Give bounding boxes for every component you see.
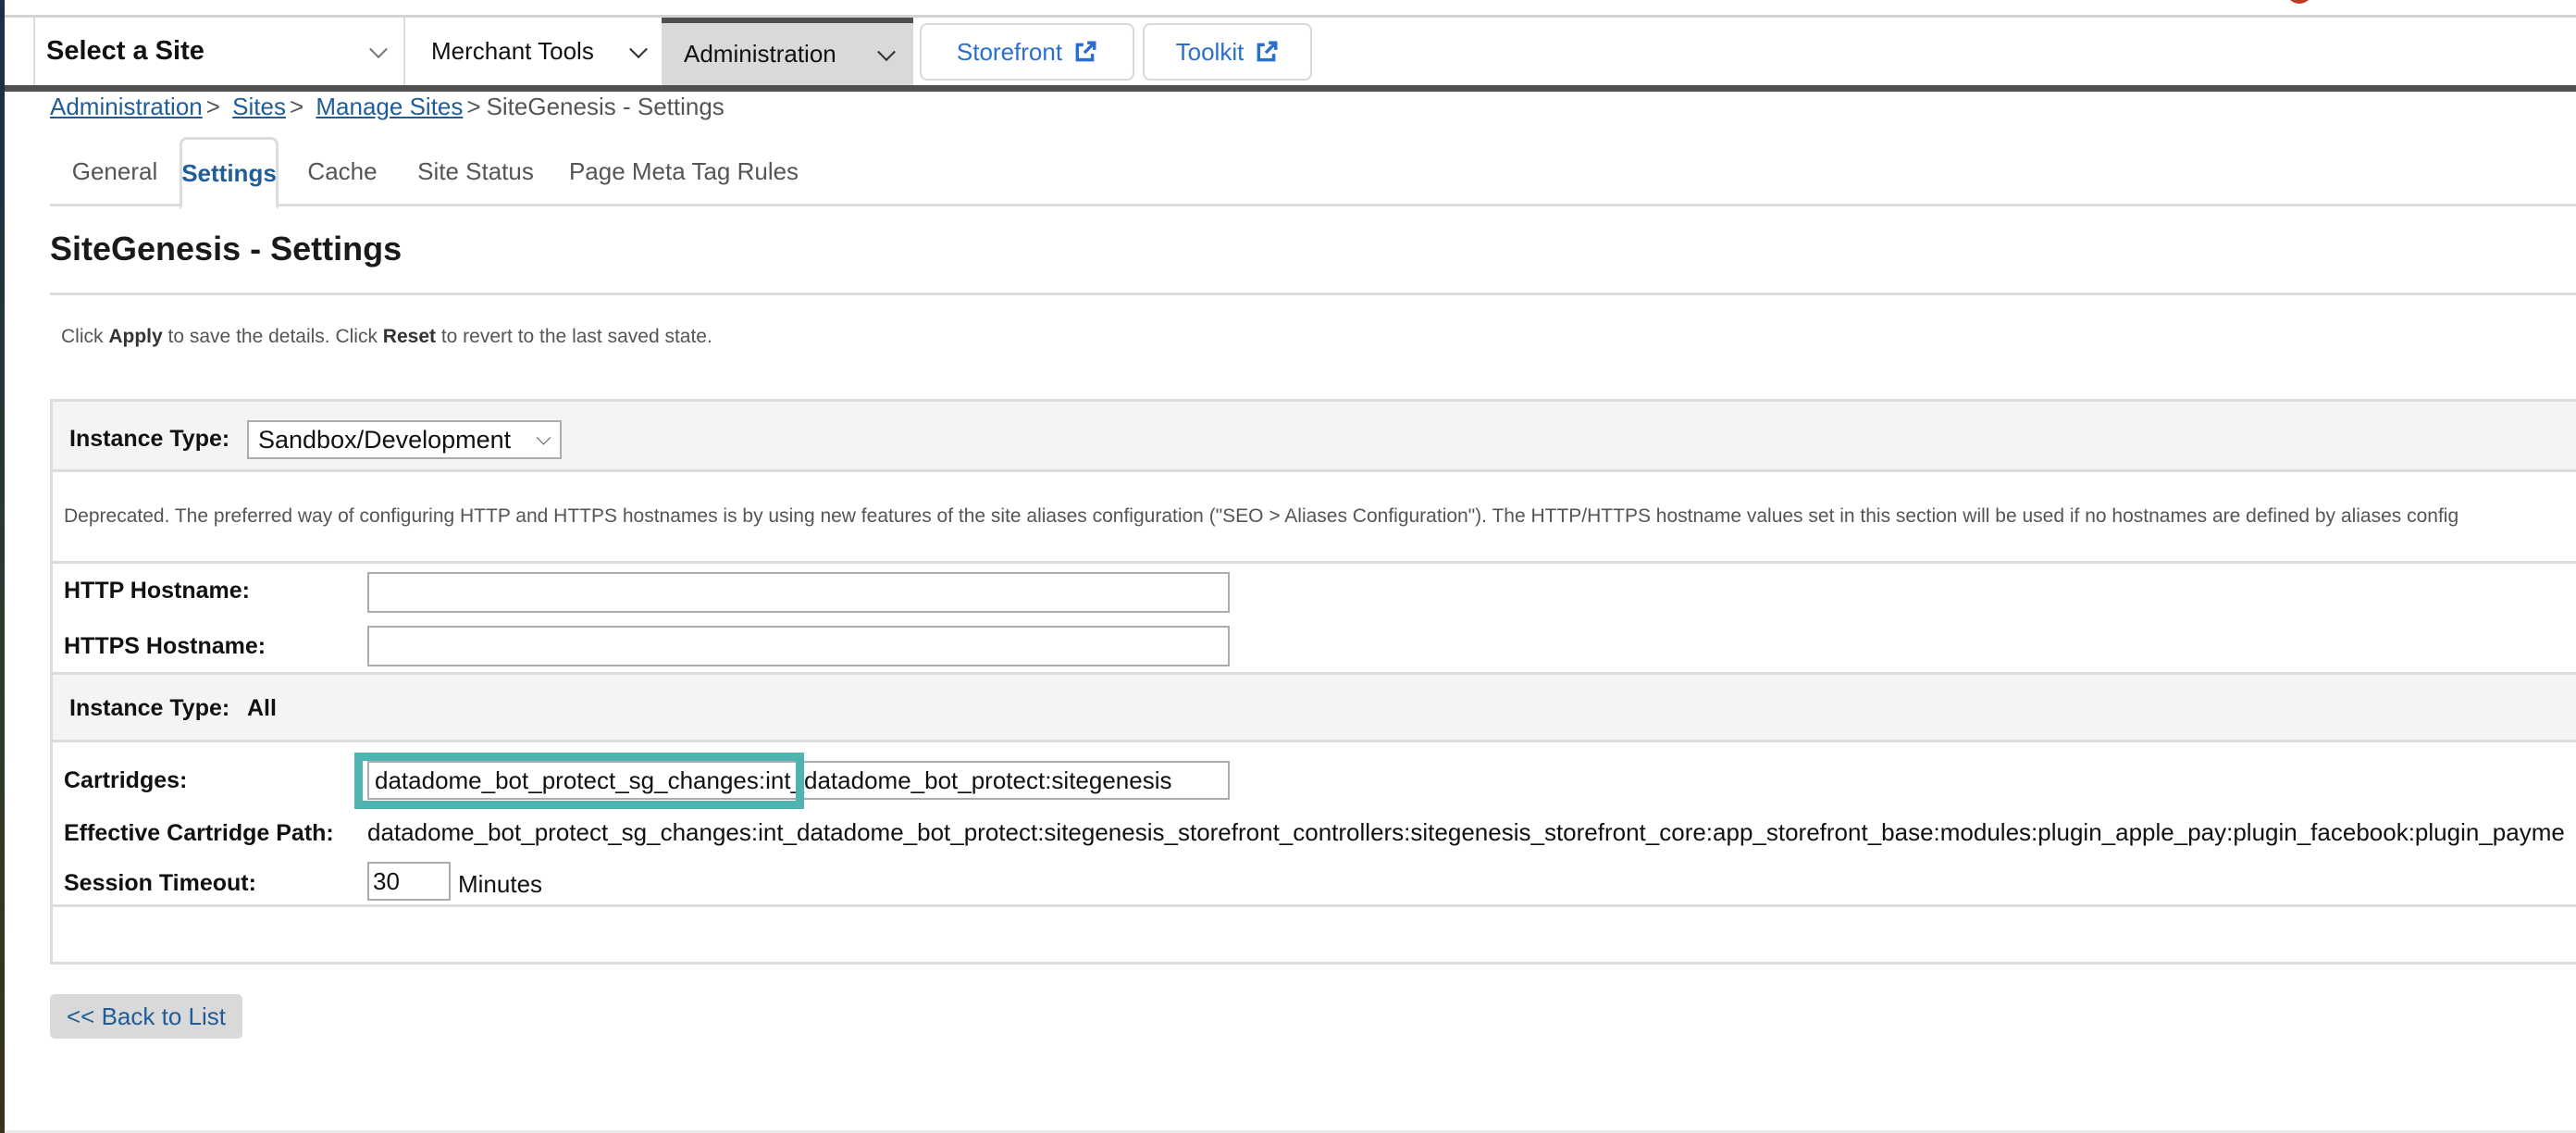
chevron-down-icon: [536, 430, 551, 445]
breadcrumb-administration[interactable]: Administration: [50, 93, 203, 120]
chevron-down-icon: [629, 39, 648, 58]
session-timeout-input[interactable]: [367, 862, 451, 901]
top-strip: [5, 0, 2576, 18]
breadcrumb: Administration > Sites > Manage Sites > Site…: [50, 93, 724, 121]
hostname-rows: HTTP Hostname: HTTPS Hostname:: [53, 564, 2576, 672]
nav-merchant-tools-label: Merchant Tools: [431, 37, 594, 65]
divider: [50, 293, 2576, 295]
instance-type-label: Instance Type:: [69, 426, 230, 452]
instance-type-value: Sandbox/Development: [258, 425, 512, 454]
instructions-part: to revert to the last saved state.: [436, 326, 712, 347]
toolkit-label: Toolkit: [1175, 37, 1245, 66]
site-selector[interactable]: Select a Site: [33, 18, 403, 85]
storefront-label: Storefront: [956, 37, 1063, 66]
main-navbar: Select a Site Merchant Tools Administrat…: [5, 18, 2576, 92]
chevron-down-icon: [369, 39, 388, 58]
session-timeout-unit: Minutes: [458, 870, 543, 898]
instructions-part: Click: [61, 326, 109, 347]
breadcrumb-current: SiteGenesis - Settings: [486, 93, 724, 120]
instructions-apply: Apply: [108, 326, 163, 347]
breadcrumb-separator: >: [466, 93, 481, 120]
tab-bar: General Settings Cache Site Status Page …: [50, 137, 2576, 209]
instance-type-all-row: Instance Type: All: [53, 672, 2576, 742]
instructions-reset: Reset: [382, 326, 436, 347]
cartridge-rows: Cartridges: Effective Cartridge Path: da…: [53, 742, 2576, 907]
tab-general[interactable]: General: [61, 137, 168, 206]
breadcrumb-separator: >: [205, 93, 220, 120]
https-hostname-input[interactable]: [367, 626, 1230, 666]
instructions-part: to save the details. Click: [162, 326, 383, 347]
effective-path-value: datadome_bot_protect_sg_changes:int_data…: [367, 818, 2565, 846]
instance-type-row: Instance Type: Sandbox/Development: [53, 402, 2576, 472]
toolkit-button[interactable]: Toolkit: [1143, 23, 1312, 81]
effective-path-label: Effective Cartridge Path:: [64, 820, 334, 846]
chevron-down-icon: [877, 42, 896, 61]
breadcrumb-sites[interactable]: Sites: [232, 93, 286, 120]
storefront-button[interactable]: Storefront: [920, 23, 1134, 81]
tab-cache[interactable]: Cache: [289, 137, 396, 206]
tab-site-status[interactable]: Site Status: [402, 137, 550, 206]
desktop-background: [0, 0, 5, 1133]
form-footer-row: [53, 907, 2576, 965]
http-hostname-input[interactable]: [367, 572, 1230, 613]
https-hostname-label: HTTPS Hostname:: [64, 633, 266, 659]
session-timeout-label: Session Timeout:: [64, 870, 256, 896]
instance-type-all-value: All: [247, 695, 277, 721]
external-link-icon: [1257, 41, 1278, 62]
cartridges-label: Cartridges:: [64, 767, 188, 793]
nav-merchant-tools[interactable]: Merchant Tools: [403, 18, 665, 85]
page-title: SiteGenesis - Settings: [50, 230, 402, 268]
settings-form: Instance Type: Sandbox/Development Depre…: [50, 399, 2576, 965]
instructions-text: Click Apply to save the details. Click R…: [61, 326, 712, 348]
instance-type-all-label: Instance Type:: [69, 695, 230, 721]
external-link-icon: [1075, 41, 1096, 62]
breadcrumb-separator: >: [289, 93, 304, 120]
breadcrumb-manage-sites[interactable]: Manage Sites: [316, 93, 463, 120]
instance-type-select[interactable]: Sandbox/Development: [247, 420, 562, 459]
tab-settings[interactable]: Settings: [180, 137, 279, 209]
back-to-list-button[interactable]: << Back to List: [50, 994, 242, 1039]
nav-administration-label: Administration: [684, 40, 836, 68]
deprecated-note: Deprecated. The preferred way of configu…: [64, 505, 2459, 527]
deprecated-row: Deprecated. The preferred way of configu…: [53, 472, 2576, 564]
notification-badge-icon[interactable]: [2286, 0, 2312, 4]
http-hostname-label: HTTP Hostname:: [64, 578, 250, 604]
site-selector-label: Select a Site: [46, 36, 204, 66]
tab-page-meta-tag-rules[interactable]: Page Meta Tag Rules: [555, 137, 812, 206]
cartridges-input[interactable]: [367, 761, 1230, 800]
nav-administration[interactable]: Administration: [662, 18, 913, 85]
